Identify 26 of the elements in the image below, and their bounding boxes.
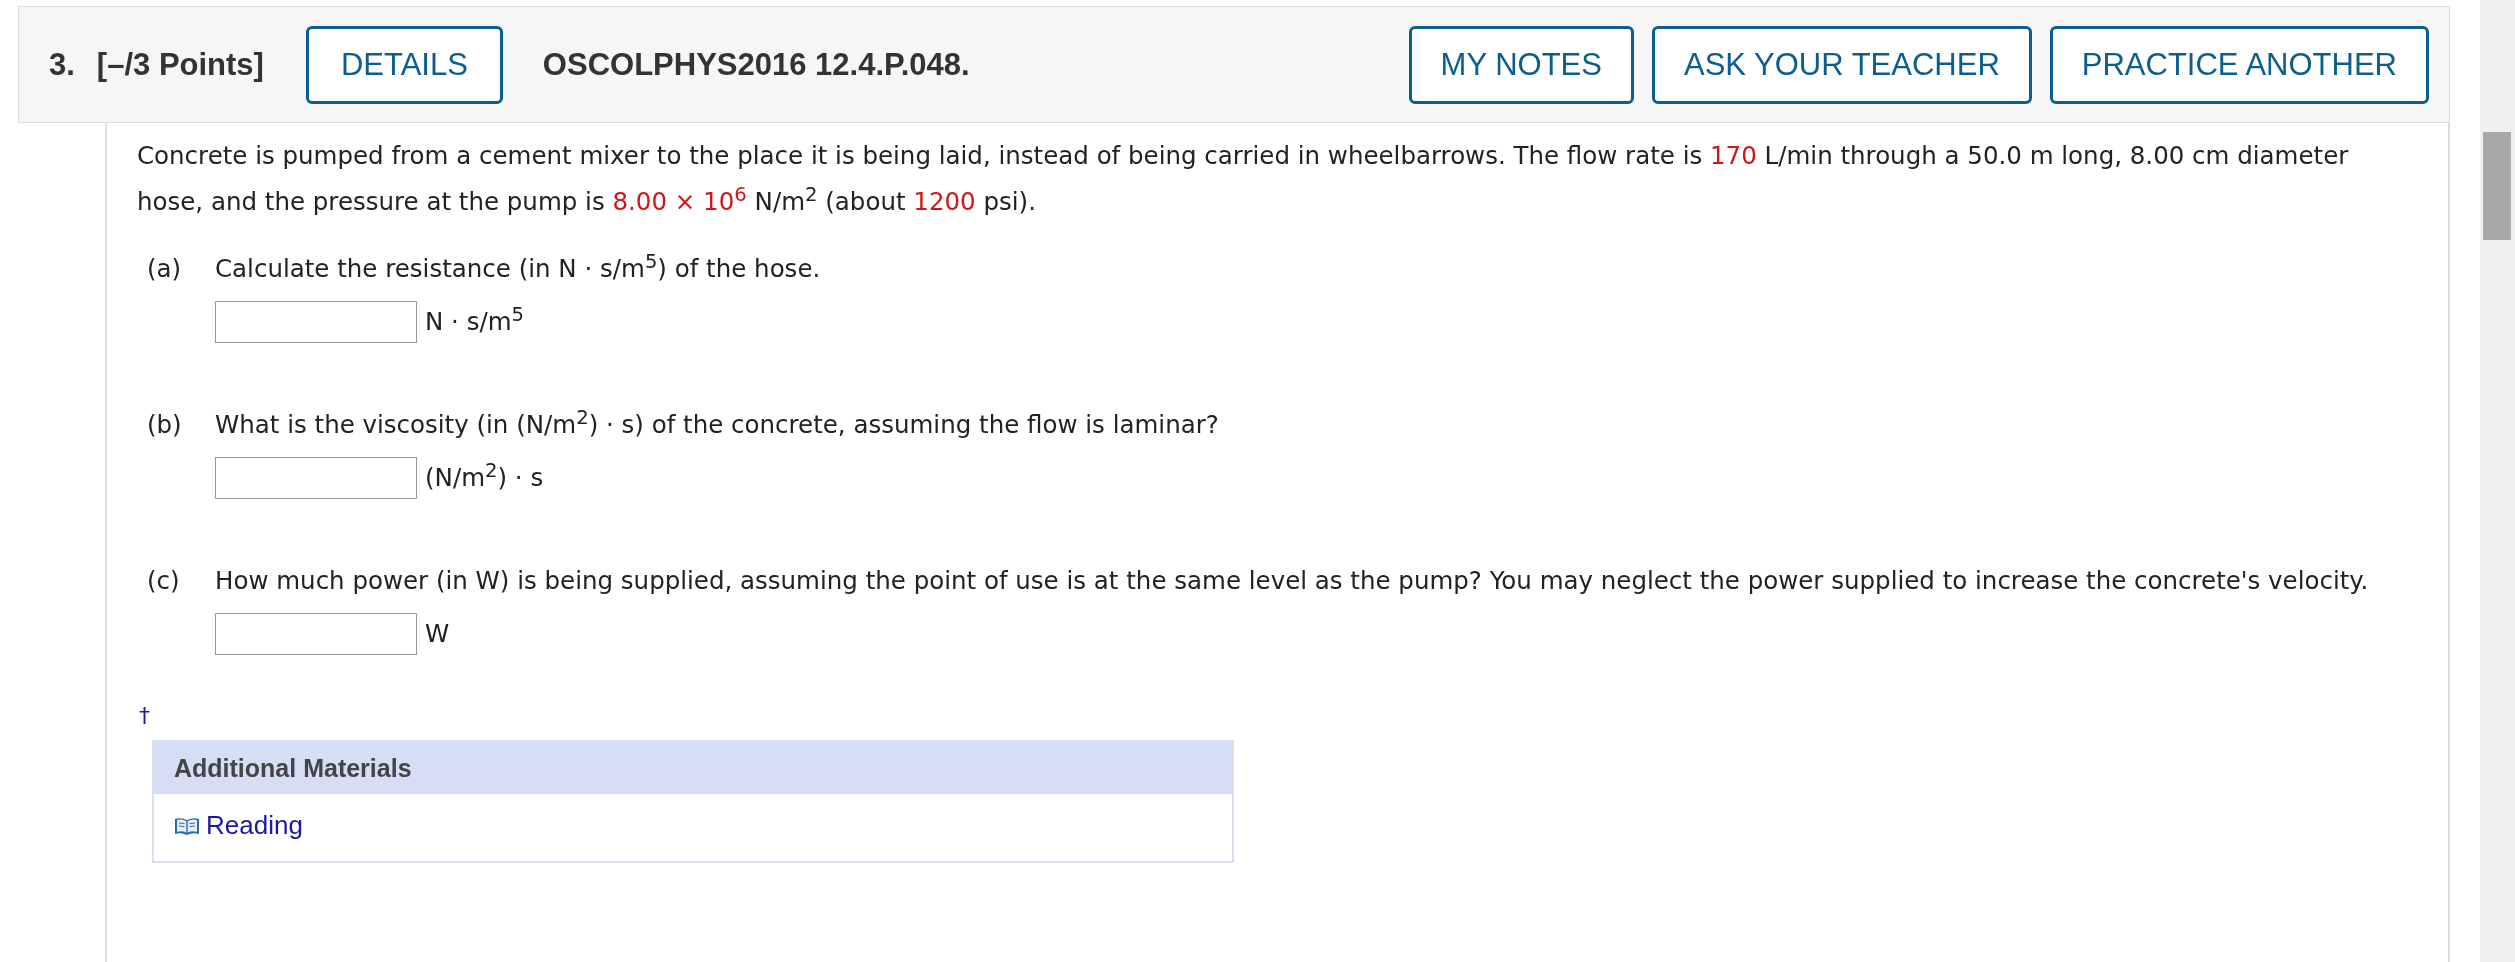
header-button[interactable]: ASK YOUR TEACHER	[1651, 25, 2032, 104]
unit-label: (N/m$^{2}$) · s	[425, 457, 544, 494]
unit-label: N · s/m$^{5}$	[425, 301, 525, 338]
reading-link[interactable]: Reading	[206, 810, 303, 841]
header-button[interactable]: MY NOTES	[1408, 25, 1634, 104]
book-icon	[174, 815, 200, 836]
question-text: Calculate the resistance (in N · s/m$^{5}$) of the hose.	[215, 251, 822, 285]
part-label: (b)	[147, 409, 183, 441]
header-button[interactable]: PRACTICE ANOTHER	[2049, 25, 2429, 104]
question-text: What is the viscosity (in (N/m$^{2}$) · s) of the concrete, assuming the flow is laminar?	[215, 407, 1220, 441]
part-label: (a)	[147, 253, 183, 285]
additional-materials-title: Additional Materials	[154, 742, 1232, 794]
points-label: [–/3 Points]	[96, 46, 264, 83]
answer-field[interactable]	[215, 457, 417, 499]
unit-label: W	[425, 618, 450, 650]
answer-field[interactable]	[215, 613, 417, 655]
scrollbar[interactable]	[2480, 0, 2515, 962]
question-text: How much power (in W) is being supplied, assuming the point of use is at the same level as the pump? You may neglect the power supplied to increase the concrete's velocity.	[215, 565, 2370, 597]
scrollbar-thumb[interactable]	[2483, 132, 2511, 240]
answer-field[interactable]	[215, 301, 417, 343]
footnote-mark: †	[139, 703, 151, 728]
part-label: (c)	[147, 565, 181, 597]
details-button[interactable]: DETAILS	[305, 25, 503, 104]
problem-code: OSCOLPHYS2016 12.4.P.048.	[542, 46, 970, 83]
question-number: 3.	[49, 46, 75, 83]
problem-text: Concrete is pumped from a cement mixer to the place it is being laid, instead of being carried in wheelbarrows. The flow rate is 170 L/min through a 50.0 m long, 8.00 cm diameter hose, and the pressure at the pump is 8.00 × 10$^{6}$ N/m$^{2}$ (about 1200 psi).	[137, 140, 2350, 218]
